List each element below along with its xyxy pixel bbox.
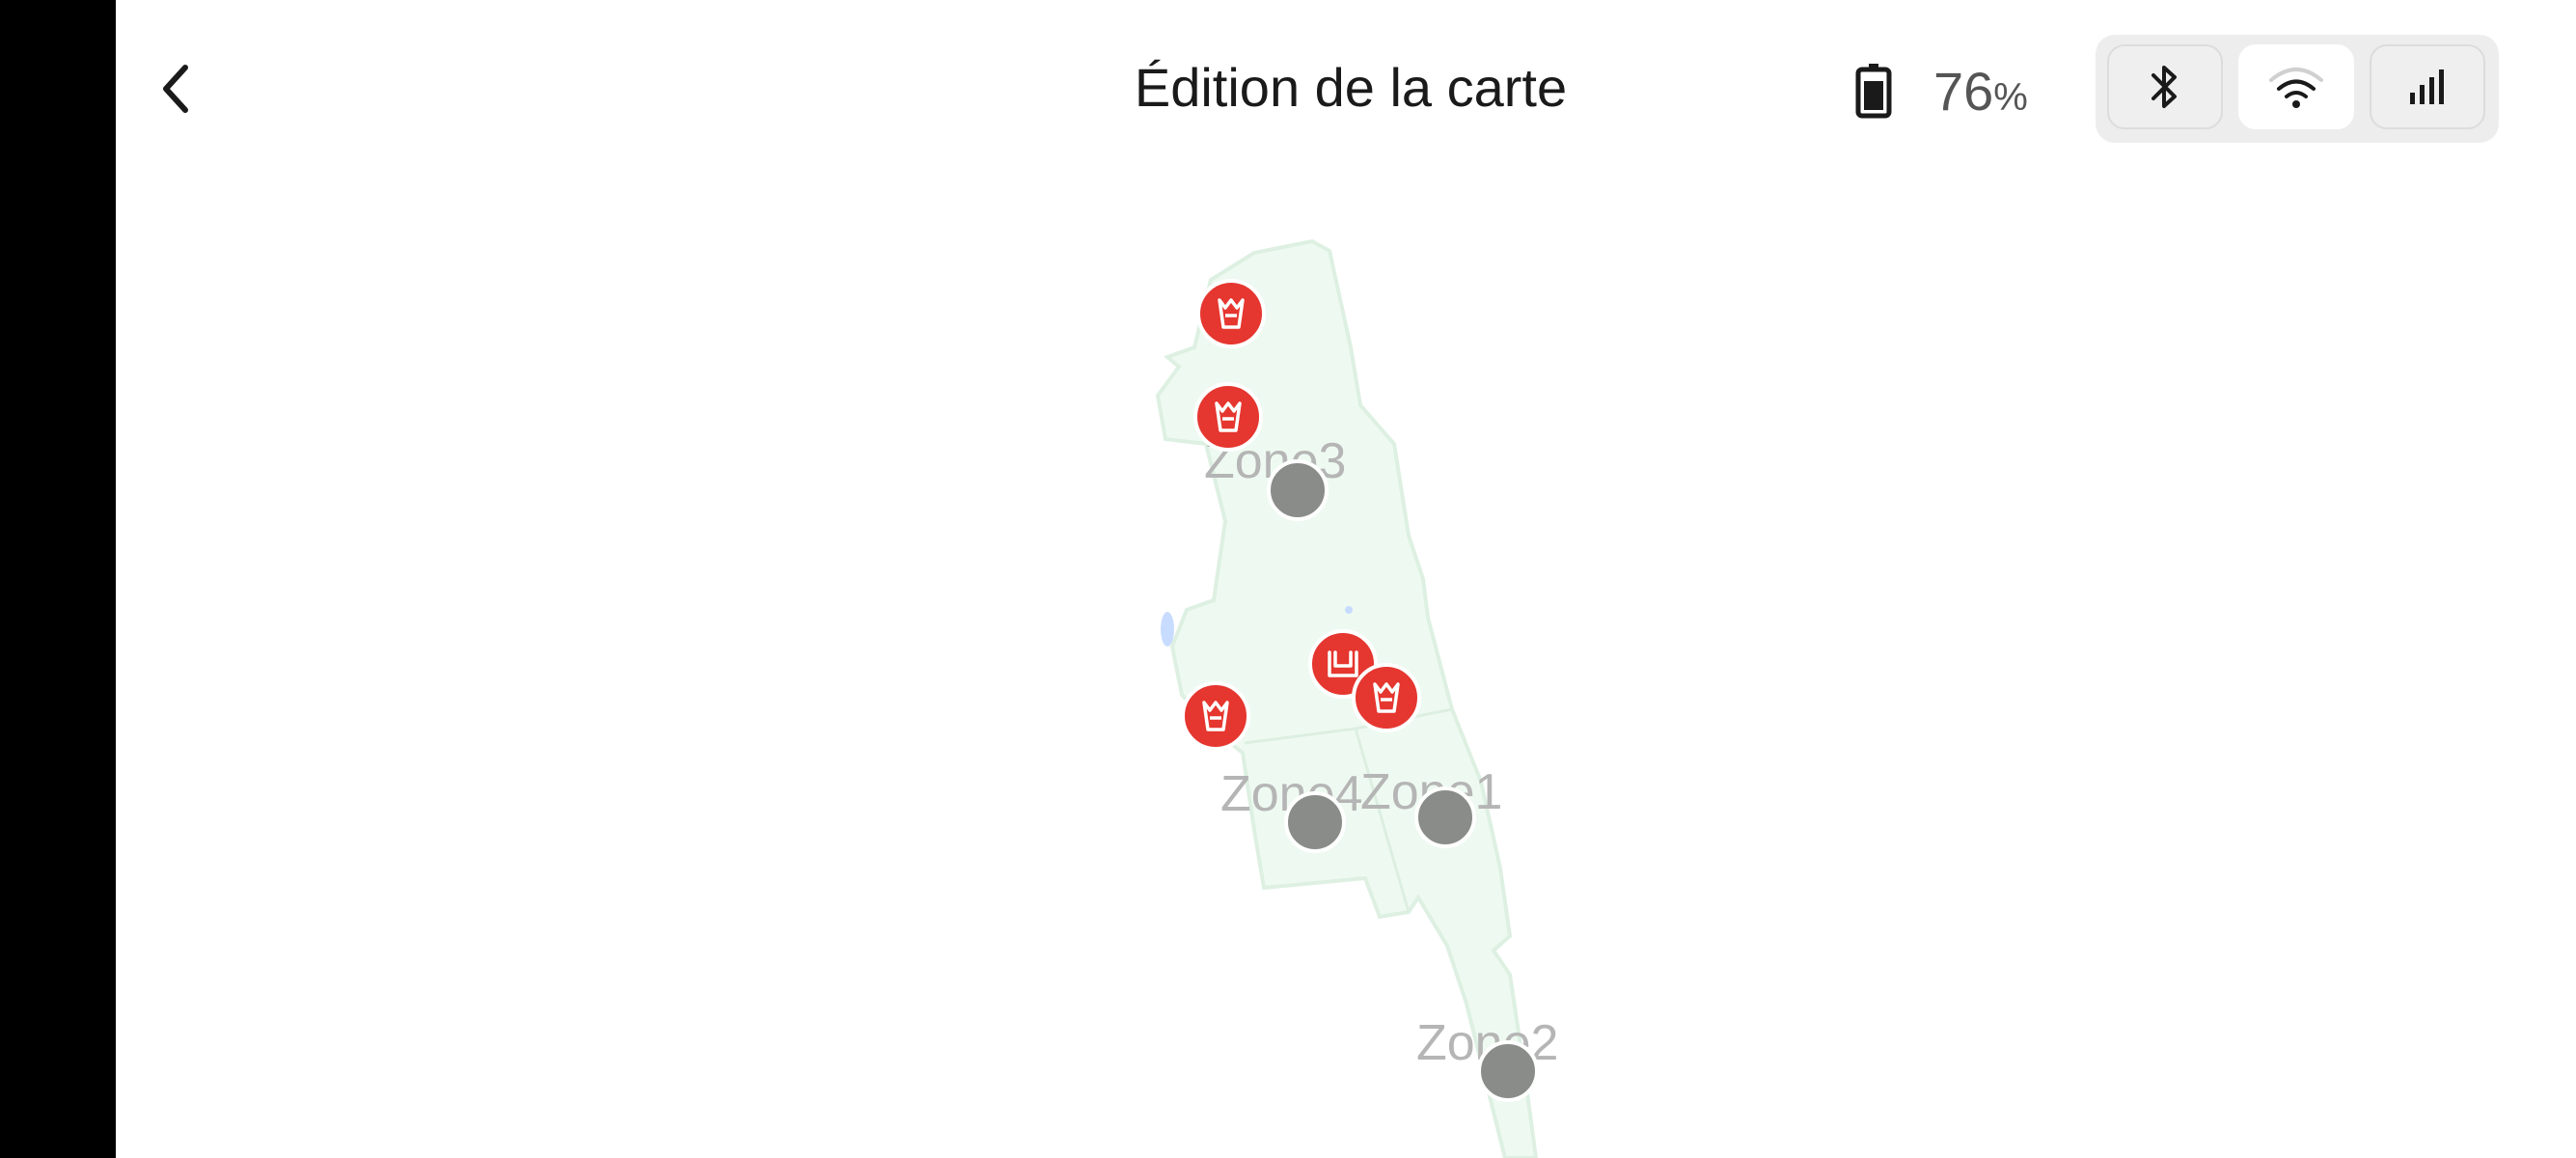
water-spot [1345,606,1353,614]
zone-handle-zone1[interactable] [1414,786,1476,848]
water-spot [1161,612,1174,647]
lawn-map[interactable]: Zone3 Zone4 Zone1 Zone2 [0,0,2576,1158]
tree-obstacle-marker[interactable] [1196,279,1266,348]
zone-handle-zone4[interactable] [1284,791,1346,853]
tree-obstacle-marker[interactable] [1181,681,1250,751]
tree-obstacle-marker[interactable] [1193,382,1263,452]
tree-obstacle-marker[interactable] [1352,663,1421,732]
zone-handle-zone3[interactable] [1267,459,1329,521]
zone-handle-zone2[interactable] [1477,1040,1539,1102]
